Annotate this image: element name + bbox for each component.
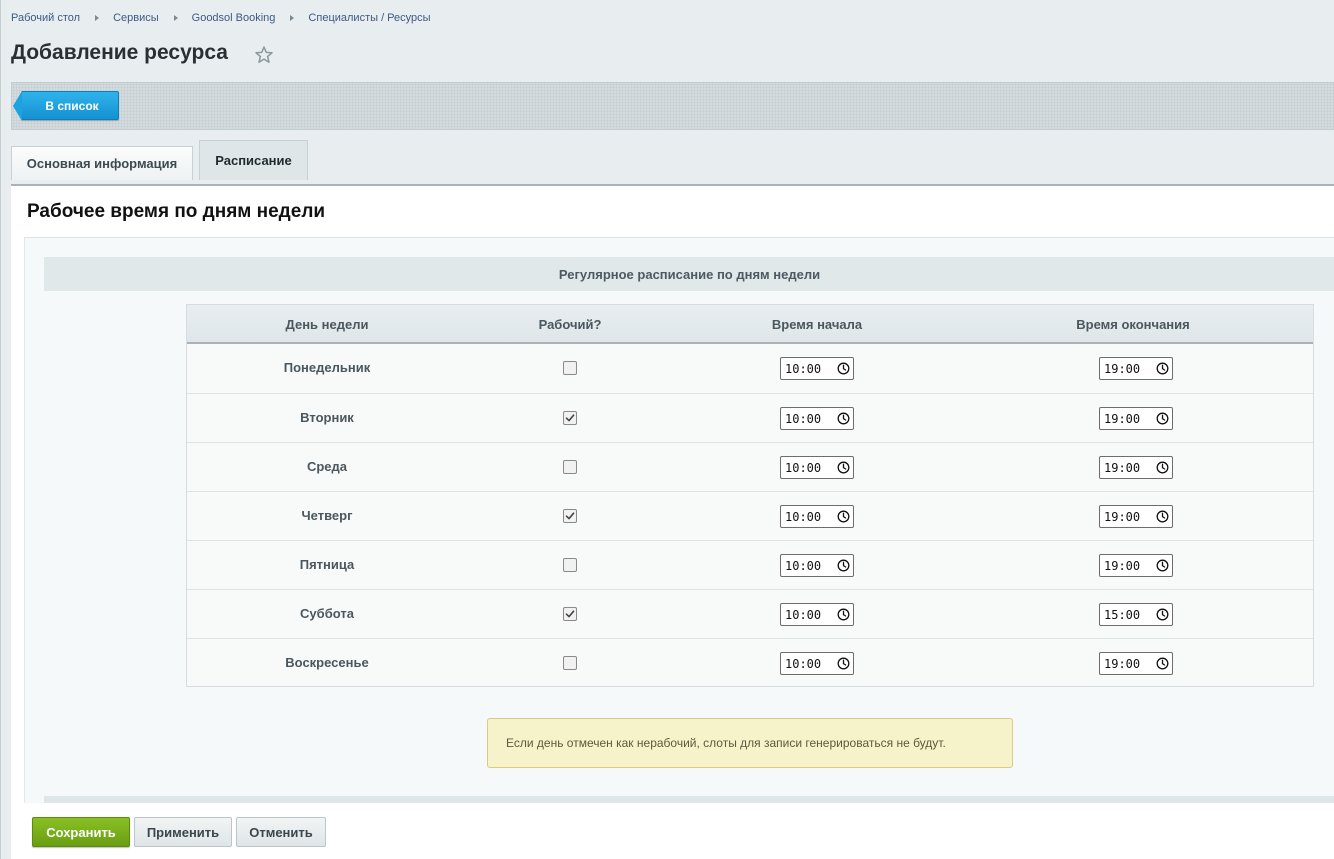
back-to-list-button[interactable]: В список [13, 91, 119, 121]
working-checkbox[interactable] [563, 361, 577, 375]
column-header-working: Рабочий? [538, 317, 602, 332]
clock-icon[interactable] [1156, 461, 1169, 474]
table-row: Воскресенье 10:00 19:00 [187, 638, 1313, 687]
day-name: Понедельник [283, 360, 371, 375]
breadcrumb-separator-icon [290, 15, 295, 21]
clock-icon[interactable] [1156, 657, 1169, 670]
column-header-start-time: Время начала [771, 317, 863, 332]
breadcrumb-separator-icon [95, 15, 100, 21]
table-row: Вторник 10:00 19:00 [187, 393, 1313, 442]
start-time-input[interactable]: 10:00 [780, 554, 854, 577]
section-heading: Рабочее время по дням недели [27, 201, 326, 222]
start-time-value: 10:00 [785, 460, 822, 475]
end-time-input[interactable]: 19:00 [1099, 505, 1173, 528]
clock-icon[interactable] [837, 657, 850, 670]
toolbar [11, 82, 1334, 130]
start-time-input[interactable]: 10:00 [780, 357, 854, 380]
day-name: Среда [306, 459, 348, 474]
table-header: День недели Рабочий? Время начала Время … [187, 305, 1313, 344]
clock-icon[interactable] [1156, 362, 1169, 375]
clock-icon[interactable] [837, 412, 850, 425]
table-row: Суббота 10:00 15:00 [187, 589, 1313, 638]
clock-icon[interactable] [837, 559, 850, 572]
end-time-input[interactable]: 19:00 [1099, 456, 1173, 479]
end-time-input[interactable]: 19:00 [1099, 357, 1173, 380]
end-time-value: 15:00 [1104, 607, 1141, 622]
clock-icon[interactable] [1156, 559, 1169, 572]
breadcrumb-item-services[interactable]: Сервисы [113, 12, 159, 24]
start-time-input[interactable]: 10:00 [780, 456, 854, 479]
tab-schedule[interactable]: Расписание [199, 140, 308, 180]
end-time-input[interactable]: 19:00 [1099, 554, 1173, 577]
page-title: Добавление ресурса [11, 41, 228, 64]
checkmark-icon [565, 610, 575, 618]
star-icon[interactable] [254, 45, 274, 65]
clock-icon[interactable] [1156, 510, 1169, 523]
start-time-value: 10:00 [785, 509, 822, 524]
apply-button[interactable]: Применить [134, 817, 232, 847]
end-time-value: 19:00 [1104, 361, 1141, 376]
breadcrumb-separator-icon [173, 15, 178, 21]
end-time-input[interactable]: 15:00 [1099, 603, 1173, 626]
start-time-input[interactable]: 10:00 [780, 652, 854, 675]
cancel-button[interactable]: Отменить [236, 817, 326, 847]
start-time-input[interactable]: 10:00 [780, 603, 854, 626]
end-time-value: 19:00 [1104, 509, 1141, 524]
end-time-value: 19:00 [1104, 656, 1141, 671]
breadcrumb: Рабочий стол Сервисы Goodsol Booking Спе… [11, 12, 431, 24]
clock-icon[interactable] [837, 362, 850, 375]
end-time-value: 19:00 [1104, 558, 1141, 573]
start-time-value: 10:00 [785, 558, 822, 573]
table-row: Пятница 10:00 19:00 [187, 540, 1313, 589]
working-checkbox[interactable] [563, 607, 577, 621]
day-name: Суббота [300, 606, 354, 621]
table-row: Среда 10:00 19:00 [187, 442, 1313, 491]
working-checkbox[interactable] [563, 656, 577, 670]
save-button[interactable]: Сохранить [32, 817, 130, 847]
clock-icon[interactable] [837, 608, 850, 621]
checkmark-icon [565, 414, 575, 422]
column-header-end-time: Время окончания [1076, 317, 1190, 332]
end-time-value: 19:00 [1104, 460, 1141, 475]
working-checkbox[interactable] [563, 460, 577, 474]
breadcrumb-item-goodsol-booking[interactable]: Goodsol Booking [192, 12, 276, 24]
day-name: Воскресенье [285, 655, 369, 670]
clock-icon[interactable] [837, 461, 850, 474]
breadcrumb-item-desktop[interactable]: Рабочий стол [11, 12, 80, 24]
clock-icon[interactable] [1156, 412, 1169, 425]
working-checkbox[interactable] [563, 509, 577, 523]
schedule-header: Регулярное расписание по дням недели [44, 257, 1334, 291]
clock-icon[interactable] [1156, 608, 1169, 621]
start-time-value: 10:00 [785, 607, 822, 622]
table-row: Четверг 10:00 19:00 [187, 491, 1313, 540]
day-name: Пятница [299, 557, 355, 572]
working-checkbox[interactable] [563, 411, 577, 425]
day-name: Вторник [300, 410, 354, 425]
day-name: Четверг [301, 508, 353, 523]
clock-icon[interactable] [837, 510, 850, 523]
start-time-input[interactable]: 10:00 [780, 505, 854, 528]
breadcrumb-item-resources[interactable]: Специалисты / Ресурсы [308, 12, 430, 24]
start-time-value: 10:00 [785, 656, 822, 671]
info-note: Если день отмечен как нерабочий, слоты д… [487, 718, 1013, 768]
end-time-value: 19:00 [1104, 411, 1141, 426]
start-time-value: 10:00 [785, 361, 822, 376]
end-time-input[interactable]: 19:00 [1099, 407, 1173, 430]
end-time-input[interactable]: 19:00 [1099, 652, 1173, 675]
tab-main-info[interactable]: Основная информация [11, 146, 193, 180]
schedule-table: День недели Рабочий? Время начала Время … [186, 304, 1314, 687]
working-checkbox[interactable] [563, 558, 577, 572]
table-row: Понедельник 10:00 19:00 [187, 344, 1313, 393]
checkmark-icon [565, 512, 575, 520]
start-time-value: 10:00 [785, 411, 822, 426]
column-header-day: День недели [285, 317, 369, 332]
panel-bottom-bar [44, 796, 1334, 803]
start-time-input[interactable]: 10:00 [780, 407, 854, 430]
